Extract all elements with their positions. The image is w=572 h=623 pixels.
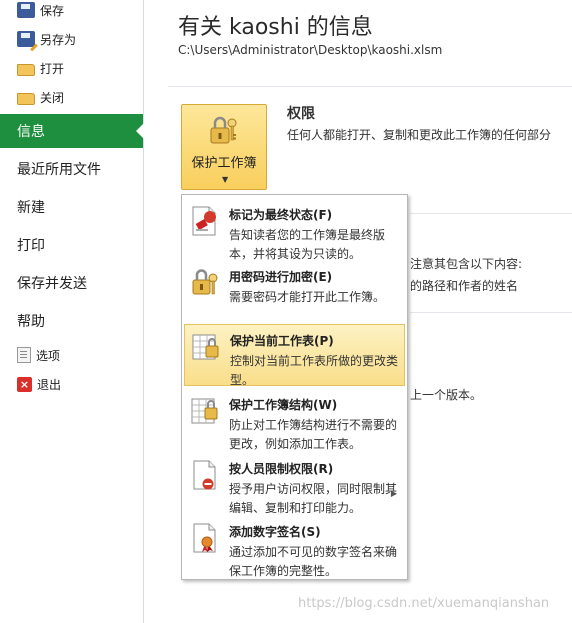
nav-save-send[interactable]: 保存并发送 [0,266,143,300]
nav-new[interactable]: 新建 [0,190,143,224]
nav-recent[interactable]: 最近所用文件 [0,152,143,186]
menu-item-mark-final[interactable]: 标记为最终状态(F) 告知读者您的工作簿是最终版本，并将其设为只读的。 [184,199,405,261]
watermark: https://blog.csdn.net/xuemanqianshan [298,596,550,611]
nav-options-label: 选项 [36,348,61,363]
protect-workbook-menu: 标记为最终状态(F) 告知读者您的工作簿是最终版本，并将其设为只读的。 用密码进… [181,194,408,580]
protect-workbook-label: 保护工作簿 [191,156,257,171]
page-title: 有关 kaoshi 的信息 [178,15,373,40]
mark-final-icon [192,206,216,236]
menu-item-protect-structure[interactable]: 保护工作簿结构(W) 防止对工作簿结构进行不需要的更改，例如添加工作表。 [184,389,405,451]
nav-print[interactable]: 打印 [0,228,143,262]
nav-info[interactable]: 信息 [0,114,144,148]
nav-recent-label: 最近所用文件 [17,162,101,178]
dropdown-arrow-icon: ▼ [222,175,229,184]
restrict-permission-icon [193,460,216,490]
menu-item-desc: 防止对工作簿结构进行不需要的更改，例如添加工作表。 [229,418,398,451]
exit-icon: × [17,376,32,392]
digital-signature-icon [193,523,216,553]
protect-structure-icon [191,398,218,424]
encrypt-password-icon [192,269,218,295]
menu-item-desc: 控制对当前工作表所做的更改类型。 [230,354,399,387]
nav-open-label: 打开 [40,61,65,76]
nav-new-label: 新建 [17,200,45,216]
file-path: C:\Users\Administrator\Desktop\kaoshi.xl… [178,43,443,57]
divider [410,213,572,214]
lock-key-icon [210,116,237,144]
menu-item-title: 保护工作簿结构(W) [229,398,338,412]
submenu-arrow-icon: ▶ [390,489,397,498]
nav-save-label: 保存 [40,3,65,18]
versions-text: 上一个版本。 [410,388,483,402]
nav-close[interactable]: 关闭 [0,84,143,110]
backstage-nav: 保存 另存为 打开 关闭 信息 最近所用文件 新建 打印 保存并发送 帮助 选项… [0,0,144,623]
menu-item-desc: 需要密码才能打开此工作簿。 [229,290,386,304]
nav-print-label: 打印 [17,238,45,254]
nav-options[interactable]: 选项 [0,342,143,368]
open-folder-icon [17,63,35,76]
nav-close-label: 关闭 [40,90,65,105]
nav-open[interactable]: 打开 [0,55,143,81]
nav-help[interactable]: 帮助 [0,304,143,338]
nav-save-as[interactable]: 另存为 [0,26,143,52]
inspect-text-line2: 的路径和作者的姓名 [410,279,519,293]
protect-sheet-icon [192,334,219,360]
options-icon [17,347,31,363]
menu-item-encrypt[interactable]: 用密码进行加密(E) 需要密码才能打开此工作簿。 [184,261,405,317]
menu-item-protect-sheet[interactable]: 保护当前工作表(P) 控制对当前工作表所做的更改类型。 [184,324,405,387]
permissions-description: 任何人都能打开、复制和更改此工作簿的任何部分 [287,128,552,142]
nav-help-label: 帮助 [17,314,45,330]
save-as-icon [17,31,35,47]
divider [168,86,572,87]
menu-item-desc: 授予用户访问权限，同时限制其编辑、复制和打印能力。 [229,482,398,515]
active-indicator [136,123,144,139]
nav-save-as-label: 另存为 [40,32,77,47]
menu-item-restrict-permission[interactable]: 按人员限制权限(R) 授予用户访问权限，同时限制其编辑、复制和打印能力。 ▶ [184,453,405,515]
permissions-title: 权限 [287,106,315,122]
nav-exit-label: 退出 [37,377,62,392]
nav-save[interactable]: 保存 [0,0,143,23]
menu-item-desc: 告知读者您的工作簿是最终版本，并将其设为只读的。 [229,228,386,261]
save-icon [17,2,35,18]
menu-item-title: 保护当前工作表(P) [230,334,334,348]
menu-item-digital-signature[interactable]: 添加数字签名(S) 通过添加不可见的数字签名来确保工作簿的完整性。 [184,516,405,578]
menu-item-title: 用密码进行加密(E) [229,270,333,284]
nav-info-label: 信息 [17,124,45,140]
inspect-text-line1: 注意其包含以下内容: [410,257,523,271]
nav-save-send-label: 保存并发送 [17,276,87,292]
menu-item-title: 按人员限制权限(R) [229,462,334,476]
menu-item-desc: 通过添加不可见的数字签名来确保工作簿的完整性。 [229,545,398,578]
divider [410,312,572,313]
close-folder-icon [17,92,35,105]
menu-item-title: 标记为最终状态(F) [229,208,333,222]
protect-workbook-button[interactable]: 保护工作簿 ▼ [181,104,267,190]
menu-item-title: 添加数字签名(S) [229,525,321,539]
nav-exit[interactable]: × 退出 [0,371,143,397]
